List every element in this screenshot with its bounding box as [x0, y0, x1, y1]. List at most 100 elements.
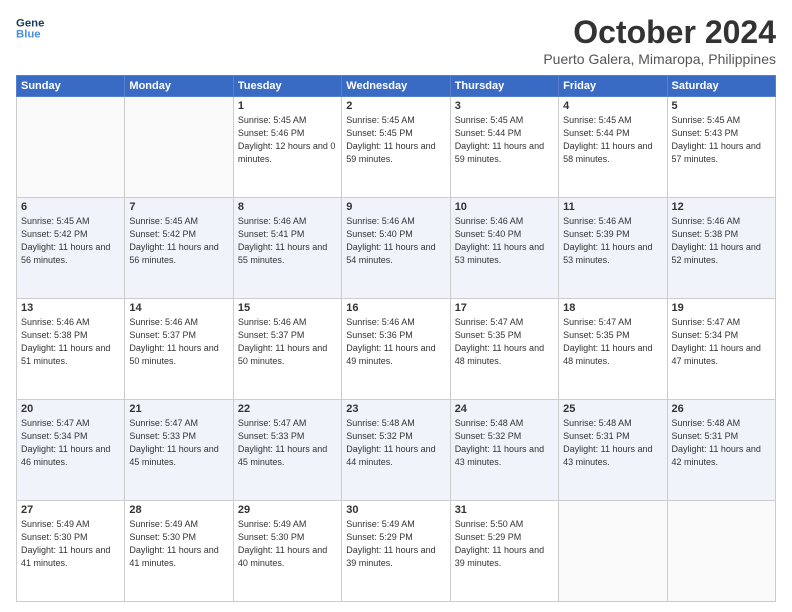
location-title: Puerto Galera, Mimaropa, Philippines	[543, 51, 776, 67]
table-row: 10Sunrise: 5:46 AM Sunset: 5:40 PM Dayli…	[450, 198, 558, 299]
day-info: Sunrise: 5:45 AM Sunset: 5:46 PM Dayligh…	[238, 114, 337, 166]
day-info: Sunrise: 5:47 AM Sunset: 5:33 PM Dayligh…	[238, 417, 337, 469]
table-row: 13 Sunrise: 5:46 AM Sunset: 5:38 PM Dayli…	[17, 299, 125, 400]
day-number: 20	[21, 403, 120, 415]
table-row	[559, 501, 667, 602]
day-info: Sunrise: 5:49 AM Sunset: 5:30 PM Dayligh…	[129, 518, 228, 570]
day-number: 26	[672, 403, 771, 415]
day-number: 1	[238, 100, 337, 112]
day-info: Sunrise: 5:46 AM Sunset: 5:38 PM Dayligh…	[21, 316, 120, 368]
table-row	[17, 97, 125, 198]
day-info: Sunrise: 5:47 AM Sunset: 5:34 PM Dayligh…	[21, 417, 120, 469]
table-row: 6 Sunrise: 5:45 AM Sunset: 5:42 PM Daylig…	[17, 198, 125, 299]
day-number: 12	[672, 201, 771, 213]
table-row: 8 Sunrise: 5:46 AM Sunset: 5:41 PM Daylig…	[233, 198, 341, 299]
day-info: Sunrise: 5:47 AM Sunset: 5:33 PM Dayligh…	[129, 417, 228, 469]
table-row: 18 Sunrise: 5:47 AM Sunset: 5:35 PM Dayli…	[559, 299, 667, 400]
logo-icon: General Blue	[16, 14, 44, 42]
day-info: Sunrise: 5:49 AM Sunset: 5:30 PM Dayligh…	[238, 518, 337, 570]
table-row: 7Sunrise: 5:45 AM Sunset: 5:42 PM Daylig…	[125, 198, 233, 299]
day-number: 10	[455, 201, 554, 213]
table-row: 27 Sunrise: 5:49 AM Sunset: 5:30 PM Dayli…	[17, 501, 125, 602]
day-number: 6	[21, 201, 120, 213]
col-friday: Friday	[559, 76, 667, 97]
day-info: Sunrise: 5:49 AM Sunset: 5:29 PM Dayligh…	[346, 518, 445, 570]
table-row: 1 Sunrise: 5:45 AM Sunset: 5:46 PM Daylig…	[233, 97, 341, 198]
table-row: 20 Sunrise: 5:47 AM Sunset: 5:34 PM Dayli…	[17, 400, 125, 501]
svg-text:Blue: Blue	[16, 29, 41, 41]
day-number: 8	[238, 201, 337, 213]
day-info: Sunrise: 5:46 AM Sunset: 5:36 PM Dayligh…	[346, 316, 445, 368]
day-info: Sunrise: 5:49 AM Sunset: 5:30 PM Dayligh…	[21, 518, 120, 570]
table-row: 26 Sunrise: 5:48 AM Sunset: 5:31 PM Dayli…	[667, 400, 775, 501]
day-number: 11	[563, 201, 662, 213]
table-row: 2Sunrise: 5:45 AM Sunset: 5:45 PM Daylig…	[342, 97, 450, 198]
day-info: Sunrise: 5:48 AM Sunset: 5:31 PM Dayligh…	[672, 417, 771, 469]
table-row: 15 Sunrise: 5:46 AM Sunset: 5:37 PM Dayli…	[233, 299, 341, 400]
header: General Blue General Blue October 2024 P…	[16, 14, 776, 67]
table-row: 16 Sunrise: 5:46 AM Sunset: 5:36 PM Dayli…	[342, 299, 450, 400]
day-info: Sunrise: 5:46 AM Sunset: 5:37 PM Dayligh…	[238, 316, 337, 368]
day-number: 28	[129, 504, 228, 516]
day-info: Sunrise: 5:48 AM Sunset: 5:32 PM Dayligh…	[346, 417, 445, 469]
day-number: 17	[455, 302, 554, 314]
day-info: Sunrise: 5:47 AM Sunset: 5:35 PM Dayligh…	[455, 316, 554, 368]
day-number: 15	[238, 302, 337, 314]
table-row: 21 Sunrise: 5:47 AM Sunset: 5:33 PM Dayli…	[125, 400, 233, 501]
col-thursday: Thursday	[450, 76, 558, 97]
day-info: Sunrise: 5:45 AM Sunset: 5:43 PM Dayligh…	[672, 114, 771, 166]
day-number: 9	[346, 201, 445, 213]
table-row: 28 Sunrise: 5:49 AM Sunset: 5:30 PM Dayli…	[125, 501, 233, 602]
day-info: Sunrise: 5:45 AM Sunset: 5:42 PM Dayligh…	[21, 215, 120, 267]
day-info: Sunrise: 5:46 AM Sunset: 5:39 PM Dayligh…	[563, 215, 662, 267]
day-number: 31	[455, 504, 554, 516]
table-row: 12 Sunrise: 5:46 AM Sunset: 5:38 PM Dayli…	[667, 198, 775, 299]
header-row: Sunday Monday Tuesday Wednesday Thursday…	[17, 76, 776, 97]
day-number: 21	[129, 403, 228, 415]
day-number: 13	[21, 302, 120, 314]
calendar-table: Sunday Monday Tuesday Wednesday Thursday…	[16, 75, 776, 602]
col-saturday: Saturday	[667, 76, 775, 97]
table-row: 3 Sunrise: 5:45 AM Sunset: 5:44 PM Daylig…	[450, 97, 558, 198]
col-sunday: Sunday	[17, 76, 125, 97]
day-info: Sunrise: 5:46 AM Sunset: 5:38 PM Dayligh…	[672, 215, 771, 267]
day-info: Sunrise: 5:46 AM Sunset: 5:41 PM Dayligh…	[238, 215, 337, 267]
day-number: 30	[346, 504, 445, 516]
day-number: 5	[672, 100, 771, 112]
day-number: 22	[238, 403, 337, 415]
day-number: 18	[563, 302, 662, 314]
col-monday: Monday	[125, 76, 233, 97]
day-info: Sunrise: 5:45 AM Sunset: 5:44 PM Dayligh…	[563, 114, 662, 166]
table-row: 31 Sunrise: 5:50 AM Sunset: 5:29 PM Dayli…	[450, 501, 558, 602]
day-number: 29	[238, 504, 337, 516]
page: General Blue General Blue October 2024 P…	[0, 0, 792, 612]
table-row: 9Sunrise: 5:46 AM Sunset: 5:40 PM Daylig…	[342, 198, 450, 299]
table-row	[667, 501, 775, 602]
day-number: 2	[346, 100, 445, 112]
table-row: 14 Sunrise: 5:46 AM Sunset: 5:37 PM Dayli…	[125, 299, 233, 400]
table-row	[125, 97, 233, 198]
day-info: Sunrise: 5:47 AM Sunset: 5:34 PM Dayligh…	[672, 316, 771, 368]
day-info: Sunrise: 5:46 AM Sunset: 5:37 PM Dayligh…	[129, 316, 228, 368]
day-number: 27	[21, 504, 120, 516]
day-number: 24	[455, 403, 554, 415]
month-title: October 2024	[543, 14, 776, 51]
col-tuesday: Tuesday	[233, 76, 341, 97]
table-row: 17 Sunrise: 5:47 AM Sunset: 5:35 PM Dayli…	[450, 299, 558, 400]
day-number: 23	[346, 403, 445, 415]
table-row: 4Sunrise: 5:45 AM Sunset: 5:44 PM Daylig…	[559, 97, 667, 198]
day-info: Sunrise: 5:45 AM Sunset: 5:44 PM Dayligh…	[455, 114, 554, 166]
table-row: 23 Sunrise: 5:48 AM Sunset: 5:32 PM Dayli…	[342, 400, 450, 501]
day-number: 16	[346, 302, 445, 314]
table-row: 24Sunrise: 5:48 AM Sunset: 5:32 PM Dayli…	[450, 400, 558, 501]
day-info: Sunrise: 5:45 AM Sunset: 5:42 PM Dayligh…	[129, 215, 228, 267]
table-row: 11 Sunrise: 5:46 AM Sunset: 5:39 PM Dayli…	[559, 198, 667, 299]
day-info: Sunrise: 5:47 AM Sunset: 5:35 PM Dayligh…	[563, 316, 662, 368]
table-row: 22 Sunrise: 5:47 AM Sunset: 5:33 PM Dayli…	[233, 400, 341, 501]
day-number: 14	[129, 302, 228, 314]
day-number: 19	[672, 302, 771, 314]
day-info: Sunrise: 5:48 AM Sunset: 5:31 PM Dayligh…	[563, 417, 662, 469]
day-number: 25	[563, 403, 662, 415]
day-number: 3	[455, 100, 554, 112]
day-info: Sunrise: 5:50 AM Sunset: 5:29 PM Dayligh…	[455, 518, 554, 570]
